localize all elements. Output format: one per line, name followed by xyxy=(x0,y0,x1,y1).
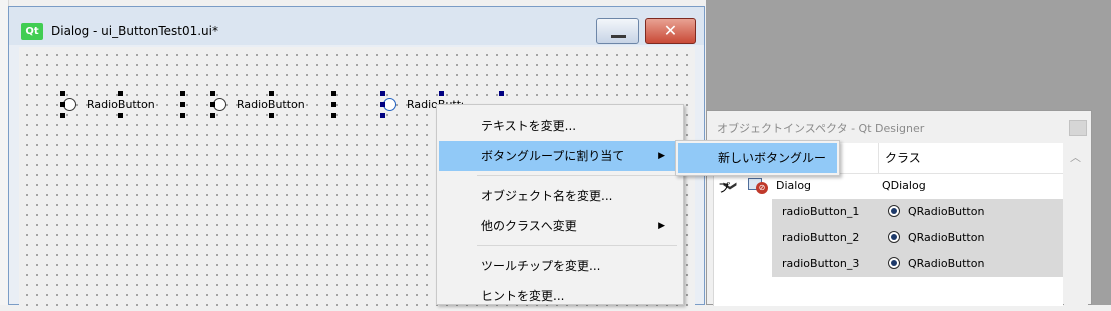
selection-handle[interactable] xyxy=(380,113,385,118)
dialog-title: Dialog - ui_ButtonTest01.ui* xyxy=(51,24,218,38)
selection-handle[interactable] xyxy=(331,91,336,96)
object-name: Dialog xyxy=(776,179,812,192)
selection-handle[interactable] xyxy=(269,91,274,96)
radio-button-icon xyxy=(888,231,900,243)
menu-item-label: ボタングループに割り当て xyxy=(481,149,625,163)
dialog-icon: ⊘ xyxy=(748,178,768,194)
radio-button-label: RadioButton xyxy=(87,98,155,111)
radio-button-icon xyxy=(888,257,900,269)
radio-button-icon xyxy=(888,205,900,217)
menu-item-change-object-name[interactable]: オブジェクト名を変更... xyxy=(439,181,681,211)
selection-handle[interactable] xyxy=(380,91,385,96)
menu-item-assign-button-group[interactable]: ボタングループに割り当て ▶ xyxy=(439,141,681,171)
selection-handle[interactable] xyxy=(210,102,215,107)
minimize-icon xyxy=(611,35,626,38)
inspector-title: オブジェクトインスペクタ - Qt Designer xyxy=(717,122,925,135)
inspector-close-button[interactable] xyxy=(1069,120,1087,136)
menu-item-label: ツールチップを変更... xyxy=(481,259,601,273)
selection-handle[interactable] xyxy=(60,102,65,107)
menu-item-change-hint[interactable]: ヒントを変更... xyxy=(439,281,681,311)
selection-handle[interactable] xyxy=(380,102,385,107)
object-name: radioButton_2 xyxy=(782,231,860,244)
object-class: QRadioButton xyxy=(908,257,985,270)
selection-handle[interactable] xyxy=(499,91,504,96)
object-name: radioButton_1 xyxy=(782,205,860,218)
selection-handle[interactable] xyxy=(60,113,65,118)
selection-handle[interactable] xyxy=(60,91,65,96)
object-class: QDialog xyxy=(882,179,926,192)
inspector-scrollbar[interactable]: ︿ xyxy=(1064,143,1088,306)
chevron-right-icon: ▶ xyxy=(658,151,665,161)
minimize-button[interactable] xyxy=(596,18,639,44)
selection-handle[interactable] xyxy=(439,91,444,96)
context-menu: テキストを変更... ボタングループに割り当て ▶ オブジェクト名を変更... … xyxy=(436,104,684,305)
selection-handle[interactable] xyxy=(331,113,336,118)
menu-item-change-text[interactable]: テキストを変更... xyxy=(439,111,681,141)
selection-handle[interactable] xyxy=(210,91,215,96)
radio-button-2[interactable]: RadioButton xyxy=(213,98,313,112)
tree-row-radiobutton-2[interactable]: radioButton_2 QRadioButton xyxy=(714,225,1063,251)
selection-handle[interactable] xyxy=(269,113,274,118)
selection-handle[interactable] xyxy=(180,102,185,107)
object-class: QRadioButton xyxy=(908,231,985,244)
menu-item-label: ヒントを変更... xyxy=(481,289,565,303)
tree-row-dialog[interactable]: ❯ ⊘ Dialog QDialog xyxy=(714,173,1063,199)
object-name: radioButton_3 xyxy=(782,257,860,270)
menu-separator xyxy=(477,175,677,176)
qt-logo-icon: Qt xyxy=(21,23,43,40)
selection-handle[interactable] xyxy=(180,113,185,118)
close-icon: ✕ xyxy=(663,21,678,40)
column-header-class[interactable]: クラス xyxy=(878,143,921,173)
menu-item-change-tooltip[interactable]: ツールチップを変更... xyxy=(439,251,681,281)
menu-item-morph-into[interactable]: 他のクラスへ変更 ▶ xyxy=(439,211,681,241)
tree-row-radiobutton-1[interactable]: radioButton_1 QRadioButton xyxy=(714,199,1063,225)
scroll-up-icon[interactable]: ︿ xyxy=(1070,149,1081,165)
tree-row-radiobutton-3[interactable]: radioButton_3 QRadioButton xyxy=(714,251,1063,277)
selection-handle[interactable] xyxy=(118,91,123,96)
chevron-right-icon: ▶ xyxy=(658,221,665,231)
selection-handle[interactable] xyxy=(331,102,336,107)
menu-item-label: オブジェクト名を変更... xyxy=(481,189,613,203)
menu-item-label: 他のクラスへ変更 xyxy=(481,219,577,233)
menu-separator xyxy=(477,245,677,246)
button-group-submenu: 新しいボタングループ xyxy=(675,140,840,195)
close-button[interactable]: ✕ xyxy=(645,18,696,44)
dialog-titlebar[interactable]: Qt Dialog - ui_ButtonTest01.ui* ✕ xyxy=(9,7,704,45)
menu-item-label: テキストを変更... xyxy=(481,119,577,133)
selection-handle[interactable] xyxy=(180,91,185,96)
radio-button-1[interactable]: RadioButton xyxy=(63,98,163,112)
menu-item-new-button-group[interactable]: 新しいボタングループ xyxy=(678,143,837,195)
selection-handle[interactable] xyxy=(210,113,215,118)
radio-button-label: RadioButton xyxy=(237,98,305,111)
object-class: QRadioButton xyxy=(908,205,985,218)
selection-handle[interactable] xyxy=(118,113,123,118)
